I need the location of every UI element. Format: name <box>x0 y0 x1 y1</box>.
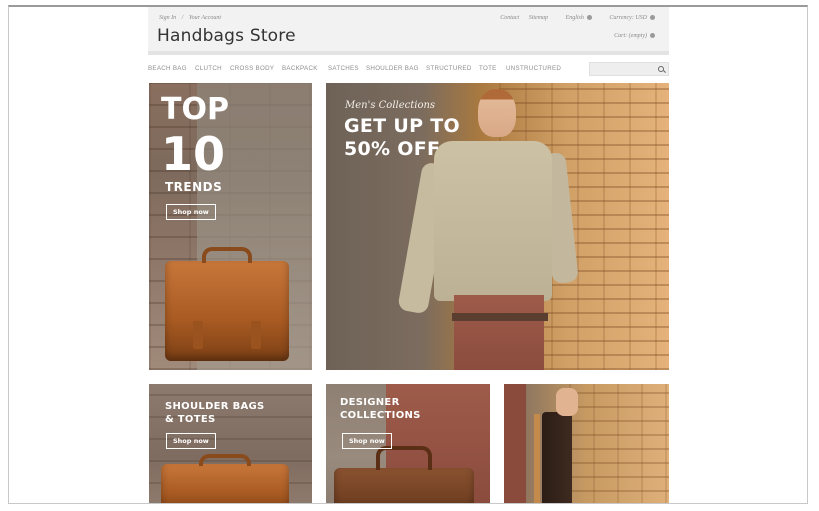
sign-in-link[interactable]: Sign In <box>159 15 176 21</box>
shop-now-button[interactable]: Shop now <box>166 433 216 449</box>
cart-label: Cart: (empty) <box>614 33 647 39</box>
model-head <box>478 89 516 137</box>
bag-strap <box>534 414 540 503</box>
banner-headline-ten: 10 <box>161 127 226 181</box>
nav-item-beach-bag[interactable]: BEACH BAG <box>148 65 187 72</box>
tile-designer-collections[interactable]: DESIGNER COLLECTIONS Shop now <box>326 384 490 503</box>
link-separator: / <box>181 15 184 21</box>
banner-headline-line1: GET UP TO <box>344 115 460 137</box>
search-icon[interactable] <box>658 66 664 72</box>
model-belt <box>452 313 548 321</box>
tile-shoulder-bags[interactable]: SHOULDER BAGS & TOTES Shop now <box>149 384 312 503</box>
tile-hand-bag[interactable] <box>504 384 669 503</box>
your-account-link[interactable]: Your Account <box>189 15 221 21</box>
tile-title-line1: DESIGNER <box>340 397 400 408</box>
banner-headline-trends: TRENDS <box>165 180 223 194</box>
settings-dot-icon <box>650 33 655 39</box>
language-label: English <box>565 15 584 21</box>
banner-headline: GET UP TO 50% OFF <box>344 115 460 161</box>
nav-item-shoulder-bag[interactable]: SHOULDER BAG <box>366 65 419 72</box>
model-trousers <box>454 295 544 370</box>
banner-headline-line2: 50% OFF <box>344 138 441 161</box>
top-bar: Sign In / Your Account Contact Sitemap E… <box>148 7 669 55</box>
account-links: Sign In / Your Account <box>159 15 225 21</box>
duffel-bag-image <box>334 446 474 503</box>
shop-now-button[interactable]: Shop now <box>166 204 216 220</box>
language-select[interactable]: English <box>558 15 592 21</box>
store-logo[interactable]: Handbags Store <box>157 26 296 46</box>
settings-dot-icon <box>586 15 592 21</box>
banner-headline-top: TOP <box>161 92 229 127</box>
utility-links: Contact Sitemap English Currency: USD <box>492 15 655 21</box>
bag-handle <box>376 446 432 470</box>
nav-item-unstructured[interactable]: UNSTRUCTURED <box>506 65 561 72</box>
browser-frame: Sign In / Your Account Contact Sitemap E… <box>8 5 808 504</box>
nav-item-structured[interactable]: STRUCTURED <box>426 65 472 72</box>
shop-now-button[interactable]: Shop now <box>342 433 392 449</box>
store-page: Sign In / Your Account Contact Sitemap E… <box>148 7 669 503</box>
bag-strap <box>193 321 203 349</box>
currency-label: Currency: USD <box>609 15 647 21</box>
nav-item-tote[interactable]: TOTE <box>479 65 497 72</box>
search-input[interactable] <box>589 62 669 76</box>
sitemap-link[interactable]: Sitemap <box>529 15 548 21</box>
black-bag-image <box>542 412 572 503</box>
tile-title-line2: COLLECTIONS <box>340 409 421 421</box>
bag-strap <box>251 321 261 349</box>
nav-item-clutch[interactable]: CLUTCH <box>195 65 222 72</box>
nav-item-cross-body[interactable]: CROSS BODY <box>230 65 274 72</box>
bag-handle <box>199 454 251 466</box>
shoulder-bag-image <box>161 454 289 503</box>
tile-title: SHOULDER BAGS & TOTES <box>165 401 265 426</box>
bag-handle <box>202 247 252 263</box>
header-divider <box>148 51 669 55</box>
tile-title-line1: SHOULDER BAGS <box>165 401 265 412</box>
brick-wall-background <box>569 384 669 503</box>
model-shirt <box>434 141 552 301</box>
tile-title: DESIGNER COLLECTIONS <box>340 397 421 422</box>
banner-mens-collections[interactable]: Men's Collections GET UP TO 50% OFF <box>326 83 669 370</box>
contact-link[interactable]: Contact <box>500 15 519 21</box>
cart-link[interactable]: Cart: (empty) <box>614 33 655 39</box>
nav-item-satches[interactable]: SATCHES <box>328 65 359 72</box>
model-trousers <box>504 384 526 503</box>
hand-image <box>556 388 578 416</box>
leather-briefcase-image <box>165 247 289 361</box>
settings-dot-icon <box>650 15 655 21</box>
banner-kicker: Men's Collections <box>345 100 436 111</box>
tile-title-line2: & TOTES <box>165 413 216 425</box>
banner-top-10-trends[interactable]: TOP 10 TRENDS Shop now <box>149 83 312 370</box>
currency-select[interactable]: Currency: USD <box>601 15 655 21</box>
nav-item-backpack[interactable]: BACKPACK <box>282 65 318 72</box>
